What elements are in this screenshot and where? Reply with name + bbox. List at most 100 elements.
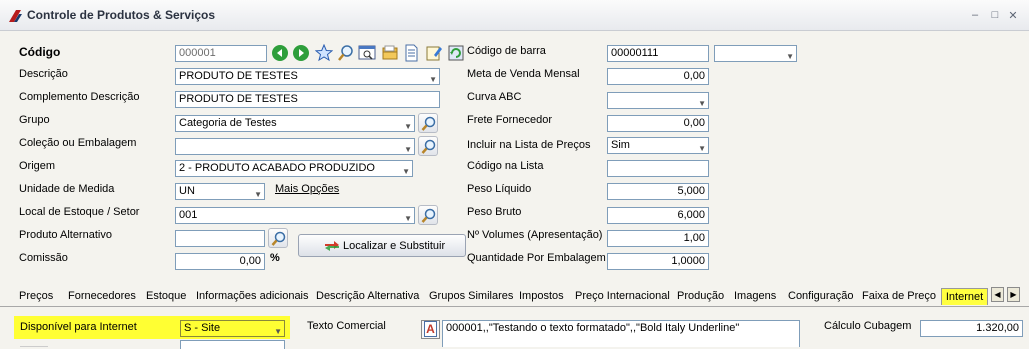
search-icon[interactable] bbox=[337, 44, 355, 62]
tab-estoque[interactable]: Estoque bbox=[146, 290, 186, 302]
complemento-input[interactable]: PRODUTO DE TESTES bbox=[175, 91, 440, 108]
tab-scroll-left-icon[interactable]: ◀ bbox=[991, 287, 1004, 302]
volumes-label: Nº Volumes (Apresentação) bbox=[467, 229, 603, 241]
font-format-icon: A bbox=[424, 321, 437, 337]
peso-bruto-label: Peso Bruto bbox=[467, 206, 522, 218]
comissao-input[interactable]: 0,00 bbox=[175, 253, 265, 270]
search-icon bbox=[421, 139, 436, 154]
title-bar: Controle de Produtos & Serviços – □ ✕ bbox=[0, 0, 1029, 31]
document-icon[interactable] bbox=[402, 44, 420, 62]
chevron-down-icon: ▼ bbox=[404, 214, 412, 223]
grupo-value: Categoria de Testes bbox=[179, 117, 277, 129]
minimize-button[interactable]: – bbox=[968, 9, 982, 21]
tab-informacoes-adicionais[interactable]: Informações adicionais bbox=[196, 290, 309, 302]
curva-combo[interactable]: ▼ bbox=[607, 92, 709, 109]
tab-precos[interactable]: Preços bbox=[19, 290, 53, 302]
incluir-combo[interactable]: Sim ▼ bbox=[607, 137, 709, 154]
calculo-cubagem-label: Cálculo Cubagem bbox=[824, 320, 912, 332]
app-logo-icon bbox=[9, 10, 22, 22]
refresh-save-icon[interactable] bbox=[447, 44, 465, 62]
curva-label: Curva ABC bbox=[467, 91, 522, 103]
incluir-label: Incluir na Lista de Preços bbox=[467, 139, 591, 151]
codigo-input[interactable]: 000001 bbox=[175, 45, 267, 62]
search-icon bbox=[421, 116, 436, 131]
mais-opcoes-link[interactable]: Mais Opções bbox=[275, 183, 339, 195]
localizar-label: Localizar e Substituir bbox=[343, 240, 446, 252]
search-window-icon[interactable] bbox=[358, 44, 376, 62]
unidade-combo[interactable]: UN ▼ bbox=[175, 183, 265, 200]
peso-bruto-input[interactable]: 6,000 bbox=[607, 207, 709, 224]
edit-note-icon[interactable] bbox=[425, 44, 443, 62]
chevron-down-icon: ▼ bbox=[404, 145, 412, 154]
codigo-lista-input[interactable] bbox=[607, 160, 709, 177]
codigo-barra-type-combo[interactable]: ▼ bbox=[714, 45, 797, 62]
meta-label: Meta de Venda Mensal bbox=[467, 68, 580, 80]
folder-icon[interactable] bbox=[381, 44, 399, 62]
comissao-label: Comissão bbox=[19, 252, 68, 264]
chevron-down-icon: ▼ bbox=[429, 75, 437, 84]
tab-scroll-right-icon[interactable]: ▶ bbox=[1007, 287, 1020, 302]
search-icon bbox=[421, 208, 436, 223]
chevron-down-icon: ▼ bbox=[698, 144, 706, 153]
search-icon bbox=[271, 231, 286, 246]
colecao-search-button[interactable] bbox=[418, 136, 438, 156]
codigo-lista-label: Código na Lista bbox=[467, 160, 544, 172]
tab-producao[interactable]: Produção bbox=[677, 290, 724, 302]
descricao-combo[interactable]: PRODUTO DE TESTES ▼ bbox=[175, 68, 440, 85]
text-format-button[interactable]: A bbox=[421, 320, 440, 339]
previous-record-icon[interactable] bbox=[271, 44, 289, 62]
unidade-value: UN bbox=[179, 185, 195, 197]
chevron-down-icon: ▼ bbox=[274, 327, 282, 336]
next-row-label-stub bbox=[20, 339, 48, 347]
qtd-embalagem-input[interactable]: 1,0000 bbox=[607, 253, 709, 270]
origem-combo[interactable]: 2 - PRODUTO ACABADO PRODUZIDO ▼ bbox=[175, 160, 413, 177]
texto-comercial-label: Texto Comercial bbox=[307, 320, 386, 332]
chevron-down-icon: ▼ bbox=[698, 99, 706, 108]
frete-input[interactable]: 0,00 bbox=[607, 115, 709, 132]
tab-impostos[interactable]: Impostos bbox=[519, 290, 564, 302]
frete-label: Frete Fornecedor bbox=[467, 114, 552, 126]
qtd-embalagem-label: Quantidade Por Embalagem bbox=[467, 252, 606, 264]
chevron-down-icon: ▼ bbox=[402, 167, 410, 176]
tab-fornecedores[interactable]: Fornecedores bbox=[68, 290, 136, 302]
codigo-barra-input[interactable]: 00000111 bbox=[607, 45, 709, 62]
tab-divider bbox=[0, 306, 1029, 307]
tab-configuracao[interactable]: Configuração bbox=[788, 290, 853, 302]
disponivel-label: Disponível para Internet bbox=[20, 321, 137, 333]
disponivel-combo[interactable]: S - Site ▼ bbox=[180, 320, 285, 337]
alternativo-input[interactable] bbox=[175, 230, 265, 247]
alternativo-search-button[interactable] bbox=[268, 228, 288, 248]
calculo-cubagem-input[interactable]: 1.320,00 bbox=[920, 320, 1023, 337]
close-button[interactable]: ✕ bbox=[1006, 9, 1020, 22]
next-row-input-stub[interactable] bbox=[180, 340, 285, 349]
local-combo[interactable]: 001 ▼ bbox=[175, 207, 415, 224]
next-record-icon[interactable] bbox=[292, 44, 310, 62]
local-search-button[interactable] bbox=[418, 205, 438, 225]
tab-imagens[interactable]: Imagens bbox=[734, 290, 776, 302]
codigo-barra-label: Código de barra bbox=[467, 45, 546, 57]
tab-bar: Preços Fornecedores Estoque Informações … bbox=[0, 286, 1029, 306]
meta-input[interactable]: 0,00 bbox=[607, 68, 709, 85]
tab-grupos-similares[interactable]: Grupos Similares bbox=[429, 290, 513, 302]
tab-faixa-de-preco[interactable]: Faixa de Preço bbox=[862, 290, 936, 302]
origem-label: Origem bbox=[19, 160, 56, 172]
chevron-down-icon: ▼ bbox=[786, 52, 794, 61]
localizar-substituir-button[interactable]: Localizar e Substituir bbox=[298, 234, 466, 257]
favorite-star-icon[interactable] bbox=[315, 44, 333, 62]
texto-comercial-textarea[interactable]: 000001,,"Testando o texto formatado",,"B… bbox=[442, 320, 800, 347]
grupo-combo[interactable]: Categoria de Testes ▼ bbox=[175, 115, 415, 132]
volumes-input[interactable]: 1,00 bbox=[607, 230, 709, 247]
alternativo-label: Produto Alternativo bbox=[19, 229, 112, 241]
disponivel-value: S - Site bbox=[184, 322, 221, 334]
maximize-button[interactable]: □ bbox=[988, 9, 1002, 21]
peso-liquido-input[interactable]: 5,000 bbox=[607, 183, 709, 200]
tab-descricao-alternativa[interactable]: Descrição Alternativa bbox=[316, 290, 419, 302]
tab-internet[interactable]: Internet bbox=[941, 288, 988, 305]
colecao-combo[interactable]: ▼ bbox=[175, 138, 415, 155]
tab-preco-internacional[interactable]: Preço Internacional bbox=[575, 290, 670, 302]
descricao-value: PRODUTO DE TESTES bbox=[179, 70, 298, 82]
local-value: 001 bbox=[179, 209, 198, 221]
grupo-search-button[interactable] bbox=[418, 113, 438, 133]
descricao-label: Descrição bbox=[19, 68, 68, 80]
codigo-label: Código bbox=[19, 45, 61, 59]
